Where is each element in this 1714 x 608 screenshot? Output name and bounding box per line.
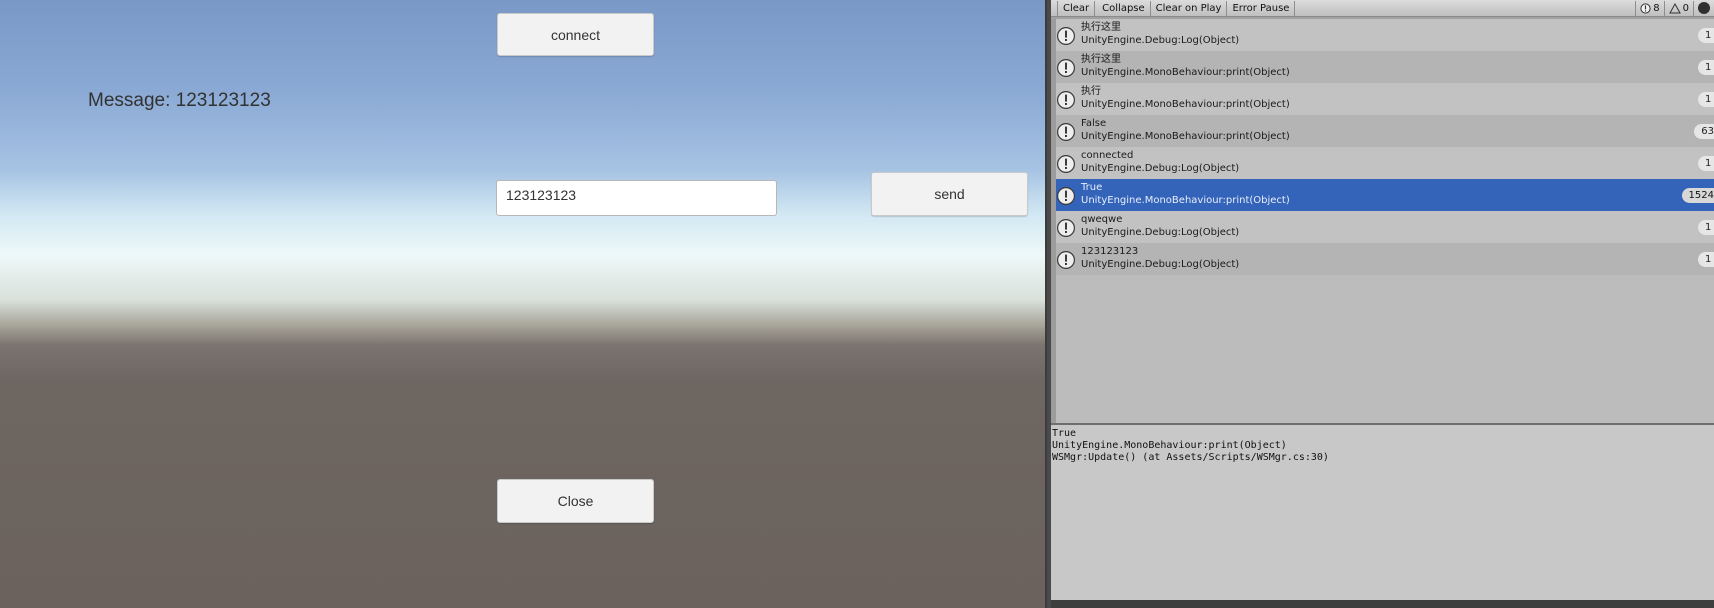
log-entry[interactable]: 执行这里 UnityEngine.MonoBehaviour:print(Obje… bbox=[1051, 51, 1714, 83]
log-list-edge bbox=[1051, 19, 1056, 423]
log-source: UnityEngine.MonoBehaviour:print(Object) bbox=[1081, 67, 1290, 78]
collapse-toggle[interactable]: Collapse bbox=[1097, 0, 1151, 16]
log-entry-text: True UnityEngine.MonoBehaviour:print(Obje… bbox=[1081, 181, 1290, 207]
log-message: connected bbox=[1081, 150, 1134, 161]
log-entry[interactable]: 执行 UnityEngine.MonoBehaviour:print(Object… bbox=[1051, 83, 1714, 115]
log-message: 执行这里 bbox=[1081, 22, 1121, 33]
error-pause-toggle[interactable]: Error Pause bbox=[1227, 0, 1296, 16]
log-source: UnityEngine.Debug:Log(Object) bbox=[1081, 259, 1240, 270]
connect-button[interactable]: connect bbox=[497, 13, 654, 56]
error-icon bbox=[1698, 2, 1710, 14]
detail-line: WSMgr:Update() (at Assets/Scripts/WSMgr.… bbox=[1052, 452, 1329, 463]
log-entry-text: 执行这里 UnityEngine.Debug:Log(Object) bbox=[1081, 21, 1239, 47]
info-log-icon bbox=[1057, 155, 1075, 173]
message-input[interactable]: 123123123 bbox=[496, 180, 777, 216]
log-entry-text: 123123123 UnityEngine.Debug:Log(Object) bbox=[1081, 245, 1239, 271]
warning-filter-toggle[interactable]: 0 bbox=[1663, 0, 1693, 16]
log-count-badge: 1 bbox=[1698, 252, 1714, 267]
message-input-value: 123123123 bbox=[506, 187, 577, 203]
log-source: UnityEngine.Debug:Log(Object) bbox=[1081, 163, 1240, 174]
clear-button[interactable]: Clear bbox=[1057, 0, 1096, 16]
log-source: UnityEngine.MonoBehaviour:print(Object) bbox=[1081, 195, 1290, 206]
info-log-icon bbox=[1057, 91, 1075, 109]
game-view: connect Message: 123123123 123123123 sen… bbox=[0, 0, 1045, 608]
info-count: 8 bbox=[1653, 2, 1660, 14]
warning-icon bbox=[1668, 2, 1681, 13]
info-log-icon bbox=[1057, 251, 1075, 269]
log-detail-pane[interactable]: True UnityEngine.MonoBehaviour:print(Obje… bbox=[1051, 425, 1714, 600]
log-count-badge: 1 bbox=[1698, 92, 1714, 107]
info-log-icon bbox=[1057, 123, 1075, 141]
log-entry[interactable]: connected UnityEngine.Debug:Log(Object) 1 bbox=[1051, 147, 1714, 179]
log-entry[interactable]: True UnityEngine.MonoBehaviour:print(Obje… bbox=[1051, 179, 1714, 211]
log-entry-text: connected UnityEngine.Debug:Log(Object) bbox=[1081, 149, 1239, 175]
log-entry[interactable]: 123123123 UnityEngine.Debug:Log(Object) 1 bbox=[1051, 243, 1714, 275]
log-entry-text: 执行这里 UnityEngine.MonoBehaviour:print(Obje… bbox=[1081, 53, 1290, 79]
log-entry-text: qweqwe UnityEngine.Debug:Log(Object) bbox=[1081, 213, 1239, 239]
log-message: 123123123 bbox=[1081, 246, 1139, 257]
log-entry[interactable]: qweqwe UnityEngine.Debug:Log(Object) 1 bbox=[1051, 211, 1714, 243]
detail-line: True bbox=[1052, 428, 1077, 439]
log-message: qweqwe bbox=[1081, 214, 1123, 225]
info-icon bbox=[1640, 2, 1651, 14]
info-filter-toggle[interactable]: 8 bbox=[1635, 0, 1663, 16]
log-message: 执行这里 bbox=[1081, 54, 1121, 65]
log-count-badge: 63 bbox=[1694, 124, 1714, 139]
log-message: False bbox=[1081, 118, 1107, 129]
info-log-icon bbox=[1057, 219, 1075, 237]
log-count-badge: 1 bbox=[1698, 156, 1714, 171]
close-button[interactable]: Close bbox=[497, 479, 654, 523]
log-source: UnityEngine.MonoBehaviour:print(Object) bbox=[1081, 131, 1290, 142]
log-source: UnityEngine.Debug:Log(Object) bbox=[1081, 35, 1240, 46]
clear-on-play-toggle[interactable]: Clear on Play bbox=[1151, 0, 1228, 16]
log-entry[interactable]: 执行这里 UnityEngine.Debug:Log(Object) 1 bbox=[1051, 19, 1714, 51]
log-entry-text: 执行 UnityEngine.MonoBehaviour:print(Object… bbox=[1081, 85, 1290, 111]
log-entry[interactable]: False UnityEngine.MonoBehaviour:print(Obj… bbox=[1051, 115, 1714, 147]
log-entry-text: False UnityEngine.MonoBehaviour:print(Obj… bbox=[1081, 117, 1290, 143]
info-log-icon bbox=[1057, 59, 1075, 77]
console-bottom-edge bbox=[1051, 600, 1714, 608]
info-log-icon bbox=[1057, 187, 1075, 205]
send-button[interactable]: send bbox=[871, 172, 1028, 216]
log-message: 执行 bbox=[1081, 86, 1101, 97]
log-source: UnityEngine.Debug:Log(Object) bbox=[1081, 227, 1240, 238]
log-count-badge: 1 bbox=[1698, 60, 1714, 75]
log-count-badge: 1 bbox=[1698, 220, 1714, 235]
message-label: Message: 123123123 bbox=[88, 90, 271, 111]
log-count-badge: 1 bbox=[1698, 28, 1714, 43]
log-count-badge: 1524 bbox=[1681, 188, 1714, 203]
warning-count: 0 bbox=[1682, 2, 1689, 14]
log-source: UnityEngine.MonoBehaviour:print(Object) bbox=[1081, 99, 1290, 110]
log-list[interactable]: 执行这里 UnityEngine.Debug:Log(Object) 1 执行这里 Un… bbox=[1051, 19, 1714, 423]
error-filter-toggle[interactable] bbox=[1693, 0, 1714, 16]
console-window: Clear Collapse Clear on Play Error Pause… bbox=[1047, 0, 1714, 608]
info-log-icon bbox=[1057, 27, 1075, 45]
console-toolbar: Clear Collapse Clear on Play Error Pause… bbox=[1051, 0, 1714, 17]
detail-line: UnityEngine.MonoBehaviour:print(Object) bbox=[1052, 440, 1287, 451]
log-message: True bbox=[1081, 182, 1103, 193]
